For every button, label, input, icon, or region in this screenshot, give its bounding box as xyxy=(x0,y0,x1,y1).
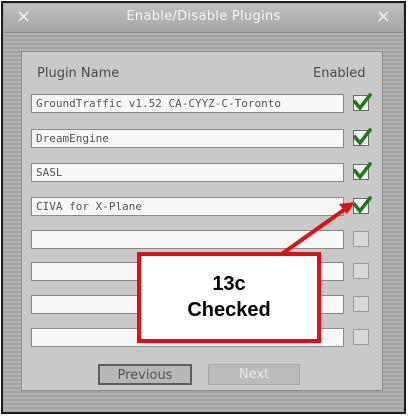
callout-line-2: Checked xyxy=(187,299,271,321)
callout-arrow xyxy=(274,202,355,260)
annotation-callout: 13c Checked xyxy=(137,252,321,343)
callout-line-1: 13c xyxy=(212,273,246,295)
